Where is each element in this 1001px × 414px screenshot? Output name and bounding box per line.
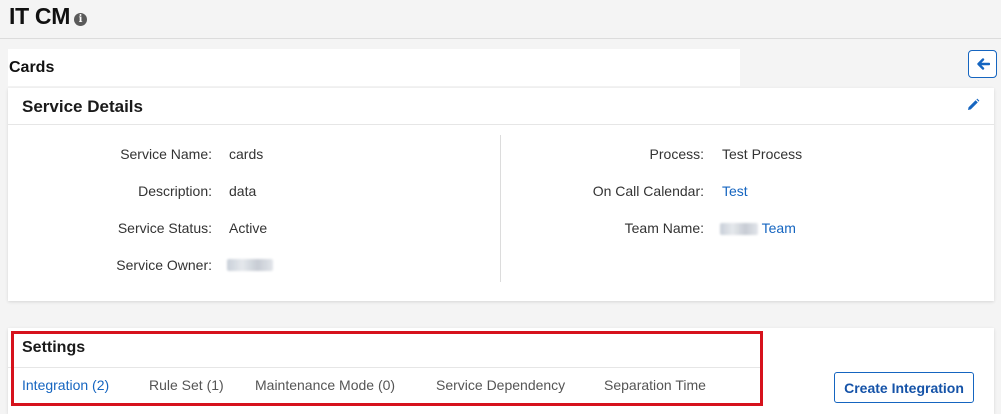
description-label: Description:: [138, 183, 212, 199]
team-name-link[interactable]: Team: [720, 220, 796, 236]
process-label: Process:: [649, 146, 704, 162]
settings-tabs: Integration (2) Rule Set (1) Maintenance…: [8, 367, 760, 403]
service-status-value: Active: [229, 220, 268, 236]
description-value: data: [229, 183, 257, 199]
settings-title: Settings: [22, 339, 86, 356]
tab-integration[interactable]: Integration (2): [22, 377, 109, 393]
tab-rule-set[interactable]: Rule Set (1): [149, 377, 224, 393]
create-integration-button[interactable]: Create Integration: [834, 372, 974, 403]
service-name-value: cards: [229, 146, 264, 162]
column-divider: [500, 135, 501, 282]
edit-button[interactable]: [966, 98, 980, 112]
team-name-label: Team Name:: [624, 220, 704, 236]
on-call-calendar-label: On Call Calendar:: [592, 183, 704, 199]
pencil-icon: [968, 98, 980, 110]
service-details-header: Service Details: [8, 88, 994, 125]
service-header: Cards: [8, 49, 740, 86]
team-name-text: Team: [761, 220, 796, 236]
tab-service-dependency[interactable]: Service Dependency: [436, 377, 565, 393]
app-title-bar: IT CM i: [0, 0, 1001, 39]
info-icon[interactable]: i: [74, 13, 87, 26]
service-details-card: Service Details Service Name: cards Desc…: [8, 88, 994, 301]
service-name-label: Service Name:: [120, 146, 212, 162]
service-details-title: Service Details: [22, 97, 143, 116]
service-owner-label: Service Owner:: [116, 257, 212, 273]
page-title: IT CM: [9, 3, 71, 29]
tab-separation-time[interactable]: Separation Time: [604, 377, 706, 393]
back-button[interactable]: [968, 50, 997, 78]
redacted-owner-name: [227, 259, 273, 272]
redacted-team-prefix: [720, 223, 758, 236]
settings-card: Settings Integration (2) Rule Set (1) Ma…: [8, 328, 994, 414]
service-name-title: Cards: [9, 59, 55, 76]
service-status-label: Service Status:: [117, 220, 212, 236]
arrow-left-icon: [976, 58, 990, 70]
on-call-calendar-link[interactable]: Test: [722, 183, 748, 199]
service-owner-value: [227, 256, 273, 272]
tab-maintenance-mode[interactable]: Maintenance Mode (0): [255, 377, 395, 393]
process-value: Test Process: [722, 146, 803, 162]
